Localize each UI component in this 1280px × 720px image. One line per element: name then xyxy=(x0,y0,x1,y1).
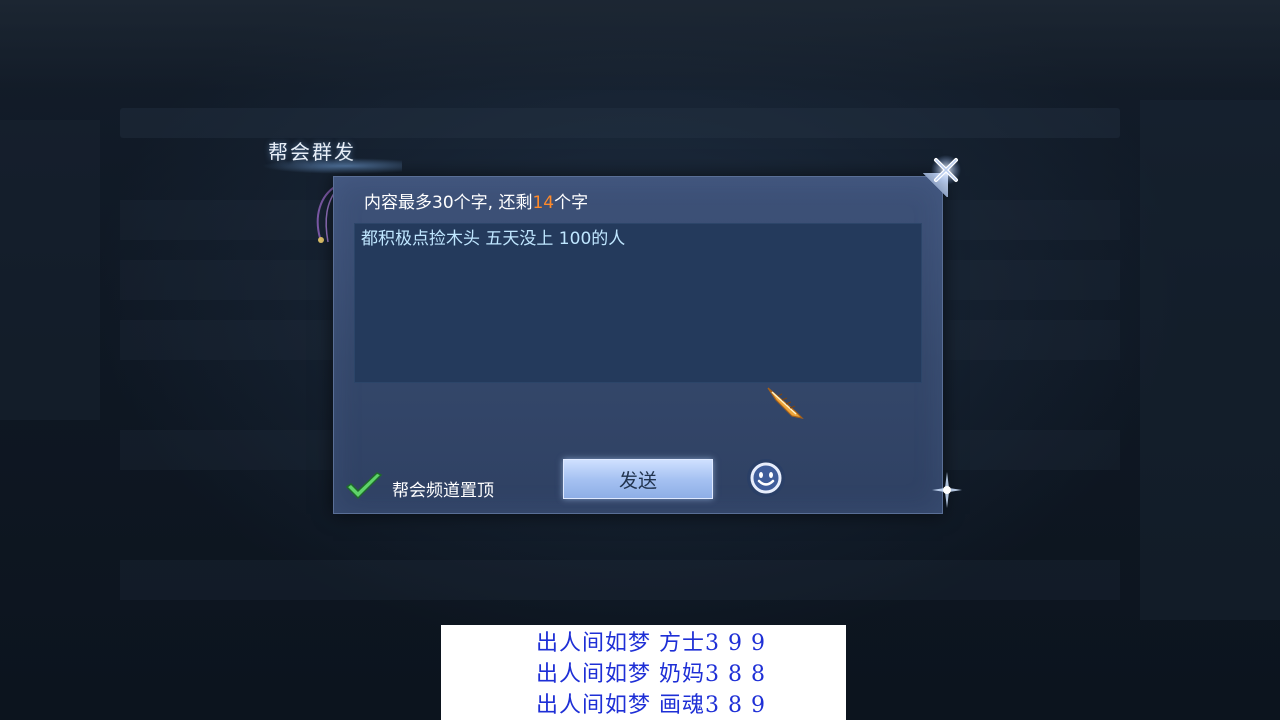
game-screen: 帮会群发 内容最多30个字, 还剩14个字 都积极点捡木头 五天没上 100的人 xyxy=(0,0,1280,720)
background-left-column xyxy=(0,120,100,420)
smiley-icon[interactable] xyxy=(744,458,788,498)
dialog-title: 帮会群发 xyxy=(268,140,356,164)
caption-line: 出人间如梦 方士3 9 9 xyxy=(536,631,766,656)
pin-checkbox-checkmark-icon[interactable] xyxy=(344,471,384,503)
caption-overlay: 出人间如梦 方士3 9 9 出人间如梦 奶妈3 8 8 出人间如梦 画魂3 8 … xyxy=(441,625,846,720)
remaining-character-count: 14 xyxy=(532,193,555,213)
hint-prefix: 内容最多30个字, 还剩 xyxy=(364,193,533,213)
background-header-strip xyxy=(120,108,1120,138)
hint-suffix: 个字 xyxy=(554,193,589,213)
background-top-bar xyxy=(0,0,1280,90)
background-right-column xyxy=(1140,100,1280,620)
character-limit-hint: 内容最多30个字, 还剩14个字 xyxy=(364,188,588,213)
caption-line: 出人间如梦 奶妈3 8 8 xyxy=(536,662,766,687)
message-text: 都积极点捡木头 五天没上 100的人 xyxy=(361,229,626,249)
feather-cursor-icon xyxy=(767,387,804,419)
caption-line: 出人间如梦 画魂3 8 9 xyxy=(536,693,766,718)
message-input[interactable]: 都积极点捡木头 五天没上 100的人 xyxy=(354,223,922,383)
sparkle-decoration-icon xyxy=(932,472,962,508)
background-row xyxy=(120,560,1120,600)
close-icon[interactable] xyxy=(928,154,964,186)
pin-to-guild-channel-label[interactable]: 帮会频道置顶 xyxy=(392,476,494,501)
send-button[interactable]: 发送 xyxy=(563,459,713,499)
